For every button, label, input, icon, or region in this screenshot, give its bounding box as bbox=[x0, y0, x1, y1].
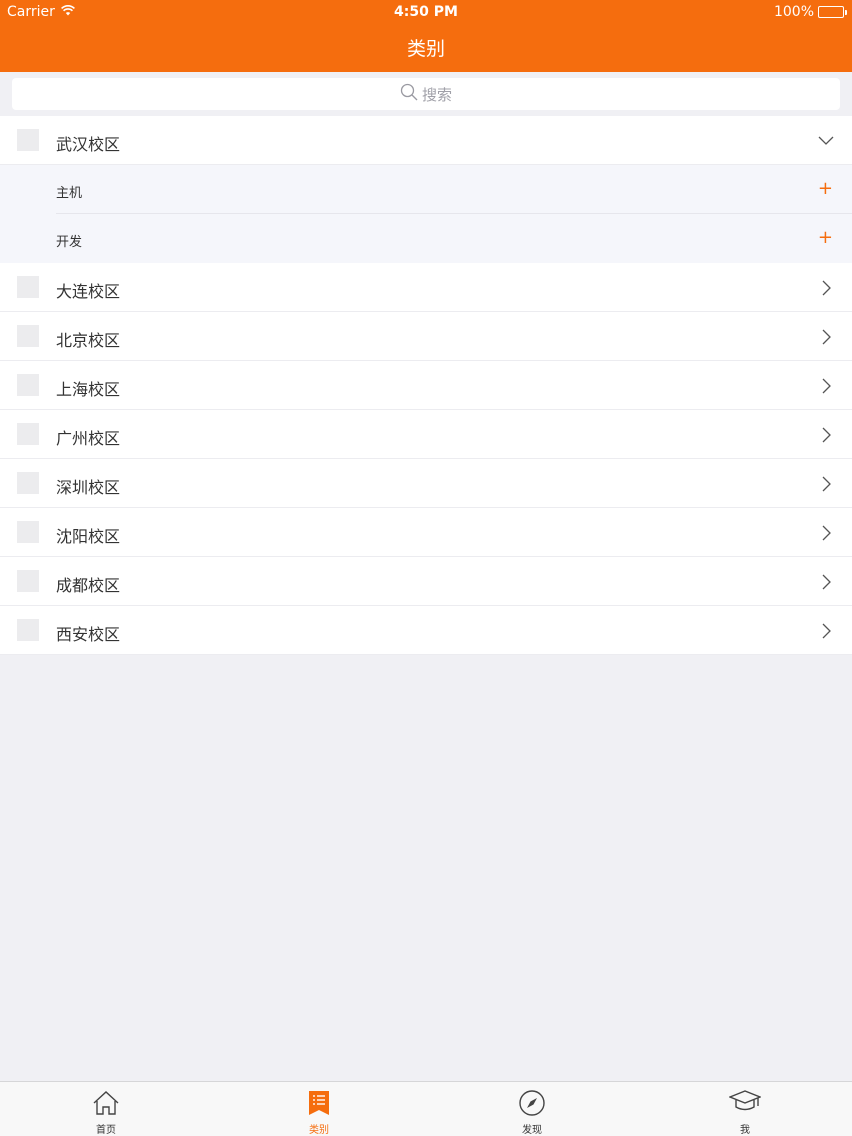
tab-label: 首页 bbox=[96, 1125, 116, 1136]
category-label: 西安校区 bbox=[56, 625, 121, 644]
tab-home[interactable]: 首页 bbox=[76, 1090, 136, 1136]
search-input[interactable]: 搜索 bbox=[12, 78, 840, 110]
tab-label: 我 bbox=[740, 1125, 750, 1136]
category-label: 武汉校区 bbox=[56, 135, 121, 154]
category-thumbnail bbox=[17, 374, 39, 396]
subcategory-row[interactable]: 主机 + bbox=[0, 165, 852, 214]
search-placeholder: 搜索 bbox=[421, 85, 452, 104]
category-thumbnail bbox=[17, 276, 39, 298]
list-icon bbox=[308, 1091, 330, 1120]
category-label: 北京校区 bbox=[56, 331, 121, 350]
tab-label: 类别 bbox=[309, 1125, 329, 1136]
chevron-right-icon bbox=[818, 476, 834, 496]
category-row[interactable]: 深圳校区 bbox=[0, 459, 852, 508]
category-thumbnail bbox=[17, 472, 39, 494]
tab-category[interactable]: 类别 bbox=[289, 1090, 349, 1136]
tab-bar: 首页 类别 发现 我 bbox=[0, 1081, 852, 1136]
chevron-right-icon bbox=[818, 623, 834, 643]
tab-me[interactable]: 我 bbox=[715, 1090, 775, 1136]
chevron-down-icon bbox=[818, 133, 834, 153]
category-row[interactable]: 北京校区 bbox=[0, 312, 852, 361]
chevron-right-icon bbox=[818, 378, 834, 398]
category-thumbnail bbox=[17, 619, 39, 641]
battery-percent: 100% bbox=[773, 4, 814, 20]
category-thumbnail bbox=[17, 325, 39, 347]
battery-icon bbox=[818, 6, 847, 18]
chevron-right-icon bbox=[818, 525, 834, 545]
page-title: 类别 bbox=[406, 38, 445, 60]
subcategory-label: 开发 bbox=[56, 235, 83, 250]
category-thumbnail bbox=[17, 570, 39, 592]
subcategory-label: 主机 bbox=[56, 186, 83, 201]
home-icon bbox=[92, 1091, 120, 1120]
chevron-right-icon bbox=[818, 280, 834, 300]
category-label: 大连校区 bbox=[56, 282, 121, 301]
subcategory-row[interactable]: 开发 + bbox=[0, 214, 852, 263]
category-row[interactable]: 上海校区 bbox=[0, 361, 852, 410]
search-bar: 搜索 bbox=[0, 72, 852, 116]
nav-bar: Carrier 4:50 PM 100% 类别 bbox=[0, 0, 852, 72]
status-time: 4:50 PM bbox=[394, 4, 458, 20]
status-bar: Carrier 4:50 PM 100% bbox=[0, 0, 852, 24]
tab-label: 发现 bbox=[522, 1125, 542, 1136]
category-list: 武汉校区 主机 + 开发 + 大连校区 北京校区 上海校区 广州校区 深圳校区 … bbox=[0, 116, 852, 655]
plus-icon[interactable]: + bbox=[818, 229, 833, 247]
category-row[interactable]: 沈阳校区 bbox=[0, 508, 852, 557]
chevron-right-icon bbox=[818, 427, 834, 447]
category-thumbnail bbox=[17, 521, 39, 543]
category-row[interactable]: 西安校区 bbox=[0, 606, 852, 655]
category-label: 深圳校区 bbox=[56, 478, 121, 497]
category-label: 上海校区 bbox=[56, 380, 121, 399]
category-thumbnail bbox=[17, 129, 39, 151]
category-thumbnail bbox=[17, 423, 39, 445]
category-label: 广州校区 bbox=[56, 429, 121, 448]
category-row-wuhan[interactable]: 武汉校区 bbox=[0, 116, 852, 165]
category-row[interactable]: 成都校区 bbox=[0, 557, 852, 606]
compass-icon bbox=[518, 1090, 546, 1120]
category-label: 成都校区 bbox=[56, 576, 121, 595]
plus-icon[interactable]: + bbox=[818, 180, 833, 198]
tab-discover[interactable]: 发现 bbox=[502, 1090, 562, 1136]
chevron-right-icon bbox=[818, 329, 834, 349]
chevron-right-icon bbox=[818, 574, 834, 594]
category-row[interactable]: 广州校区 bbox=[0, 410, 852, 459]
graduation-cap-icon bbox=[728, 1090, 762, 1120]
search-icon bbox=[400, 83, 418, 105]
category-label: 沈阳校区 bbox=[56, 527, 121, 546]
category-row[interactable]: 大连校区 bbox=[0, 263, 852, 312]
